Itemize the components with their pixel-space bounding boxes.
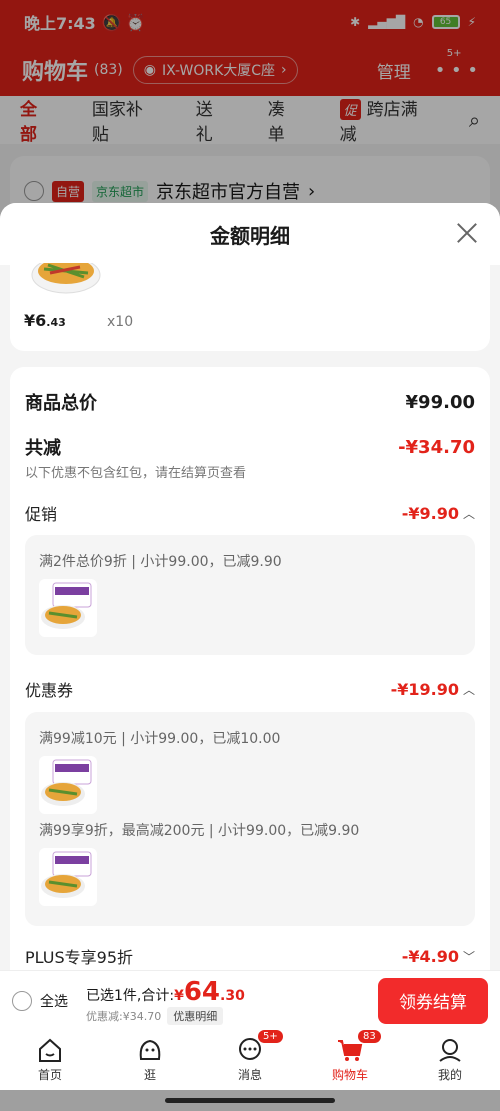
coupon-box: 满99减10元 | 小计99.00，已减10.00 满99享9折，最高减200元…: [25, 712, 475, 926]
tab-browse-label: 逛: [143, 1068, 156, 1082]
product-thumbnail[interactable]: [39, 579, 97, 637]
promo-box: 满2件总价9折 | 小计99.00，已减9.90: [25, 535, 475, 655]
select-all-checkbox[interactable]: [12, 990, 32, 1011]
product-thumbnail[interactable]: [39, 848, 97, 906]
tab-home-label: 首页: [37, 1068, 62, 1082]
sheet-title: 金额明细: [210, 223, 290, 248]
total-currency: ¥: [174, 987, 184, 1004]
select-all[interactable]: 全选: [12, 990, 68, 1011]
plus-row[interactable]: PLUS专享95折 -¥4.90 ﹀: [25, 944, 475, 968]
plus-label: PLUS专享95折: [25, 948, 133, 967]
sheet-header: 金额明细: [0, 203, 500, 265]
reduce-row: 共减 -¥34.70: [25, 434, 475, 460]
amount-detail-sheet: 金额明细 ¥6.43 x10 商品总价 ¥99.00 共减 -¥34.70 以下…: [0, 203, 500, 970]
total-decimal: .30: [220, 987, 245, 1004]
tab-home[interactable]: 首页: [15, 1037, 85, 1083]
product-thumbnail[interactable]: [39, 756, 97, 814]
tab-messages[interactable]: 消息 5+: [215, 1029, 285, 1083]
plus-value: -¥4.90: [401, 946, 459, 966]
select-all-label: 全选: [40, 993, 68, 1010]
close-icon[interactable]: [454, 220, 480, 246]
coupon-value: -¥19.90: [390, 679, 459, 699]
coupon-row[interactable]: 优惠券 -¥19.90 ︿: [25, 677, 475, 701]
tab-me-label: 我的: [437, 1068, 462, 1082]
home-indicator: [165, 1098, 335, 1103]
tab-cart-label: 购物车: [331, 1068, 368, 1082]
browse-icon: [139, 1039, 161, 1060]
item-quantity: x10: [107, 314, 134, 330]
promo-label: 促销: [25, 505, 58, 524]
reduce-label: 共减: [25, 438, 61, 459]
total-value: ¥99.00: [405, 391, 475, 413]
chevron-down-icon: ﹀: [462, 949, 475, 964]
bottom-tab-bar: 首页 逛 消息 5+ 购物车 83 我的: [0, 1029, 500, 1090]
chevron-up-icon: ︿: [462, 682, 475, 697]
selected-text: 已选1件,合计:: [86, 987, 175, 1004]
coupon-rule-1: 满99减10元 | 小计99.00，已减10.00: [39, 731, 281, 747]
promo-value: -¥9.90: [401, 503, 459, 523]
summary: 已选1件,合计: ¥ 64 .30 优惠减:¥34.70 优惠明细: [86, 977, 245, 1025]
amount-breakdown: 商品总价 ¥99.00 共减 -¥34.70 以下优惠不包含红包，请在结算页查看…: [10, 367, 490, 970]
home-icon: [39, 1038, 61, 1062]
promo-rule: 满2件总价9折 | 小计99.00，已减9.90: [39, 554, 282, 570]
profile-icon: [439, 1039, 461, 1062]
coupon-label: 优惠券: [25, 681, 74, 700]
tab-me[interactable]: 我的: [415, 1037, 485, 1083]
item-price: ¥6.43: [24, 311, 66, 330]
tab-cart[interactable]: 购物车 83: [315, 1029, 385, 1083]
product-image: [30, 263, 102, 297]
coupon-rule-2: 满99享9折，最高减200元 | 小计99.00，已减9.90: [39, 823, 360, 839]
reduce-value: -¥34.70: [398, 436, 475, 458]
checkout-bar: 全选 已选1件,合计: ¥ 64 .30 优惠减:¥34.70 优惠明细 领券结…: [0, 970, 500, 1030]
discount-text: 优惠减:¥34.70: [86, 1009, 162, 1023]
discount-detail-button[interactable]: 优惠明细: [167, 1006, 224, 1025]
total-label: 商品总价: [25, 393, 97, 414]
total-integer: 64: [183, 976, 221, 1007]
messages-badge: 5+: [257, 1029, 284, 1044]
chevron-up-icon: ︿: [462, 506, 475, 521]
total-row: 商品总价 ¥99.00: [25, 389, 475, 415]
checkout-button[interactable]: 领券结算: [378, 977, 488, 1024]
cart-badge: 83: [357, 1029, 382, 1044]
tab-messages-label: 消息: [237, 1068, 262, 1082]
cart-item-card: ¥6.43 x10: [10, 263, 490, 351]
tab-browse[interactable]: 逛: [115, 1037, 185, 1083]
reduce-note: 以下优惠不包含红包，请在结算页查看: [25, 466, 247, 481]
promo-row[interactable]: 促销 -¥9.90 ︿: [25, 501, 475, 525]
